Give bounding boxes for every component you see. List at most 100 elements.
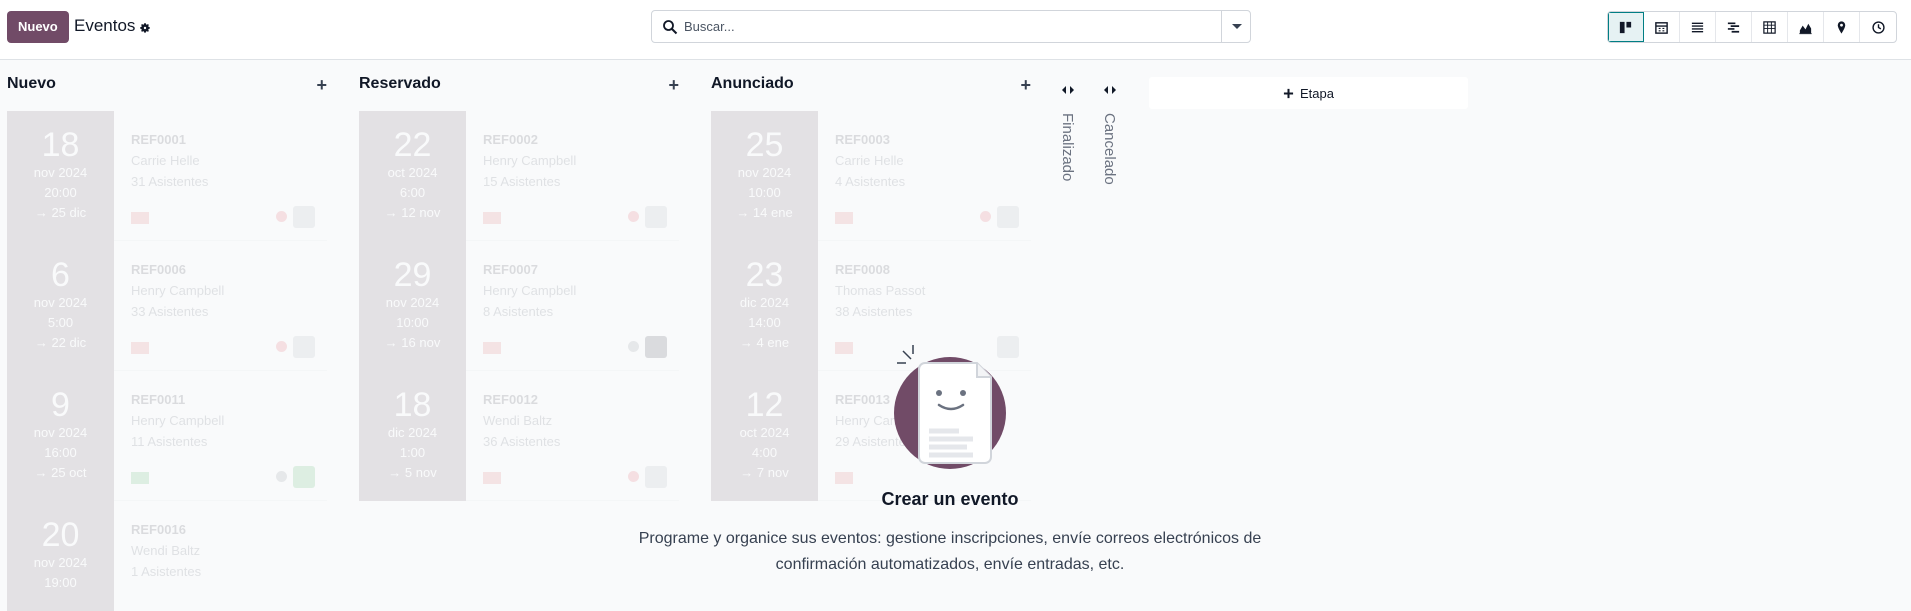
gantt-view-icon[interactable] [1716,12,1752,42]
add-stage-button[interactable]: Etapa [1149,77,1468,109]
card-day: 25 [745,126,784,164]
date-block: 9 nov 2024 16:00 → 25 oct [7,371,114,501]
card-place: Henry Campbell [483,283,577,298]
column-title: Nuevo [7,75,56,92]
card-month: oct 2024 [387,165,438,180]
avatar[interactable] [645,206,667,228]
card-time: 1:00 [399,445,426,460]
card-end: → 5 nov [388,465,437,480]
date-block: 18 dic 2024 1:00 → 5 nov [359,371,466,501]
avatar[interactable] [293,466,315,488]
quick-create-icon[interactable]: + [1020,75,1031,95]
card-day: 6 [51,256,70,294]
event-card[interactable]: 20 nov 2024 19:00 REF0016 Wendi Baltz 1 … [7,501,327,611]
avatar[interactable] [293,336,315,358]
document-smile-illustration [894,345,1006,469]
search-input[interactable] [684,12,1209,41]
card-day: 18 [41,126,80,164]
status-dot-icon[interactable] [276,471,287,482]
card-info: REF0008 Thomas Passot 38 Asistentes [835,259,925,322]
card-month: dic 2024 [739,295,790,310]
card-info: REF0012 Wendi Baltz 36 Asistentes [483,389,560,452]
date-block: 18 nov 2024 20:00 → 25 dic [7,111,114,241]
date-block: 6 nov 2024 5:00 → 22 dic [7,241,114,371]
status-dot-icon[interactable] [628,211,639,222]
card-time: 10:00 [396,315,429,330]
calendar-view-icon[interactable] [1644,12,1680,42]
event-card[interactable]: 9 nov 2024 16:00 → 25 oct REF0011 Henry … [7,371,327,501]
kanban-board: Nuevo + 18 nov 2024 20:00 → 25 dic REF00… [0,61,1911,611]
folded-column-label: Cancelado [1101,113,1118,185]
card-day: 22 [393,126,432,164]
card-attendees: 1 Asistentes [131,564,202,579]
card-day: 9 [51,386,70,424]
card-attendees: 33 Asistentes [131,304,209,319]
card-ref: REF0012 [483,392,538,407]
card-time: 16:00 [44,445,77,460]
page-title: Eventos [74,16,136,35]
card-end: → 14 ene [736,205,793,220]
card-ref: REF0007 [483,262,538,277]
flag-icon [483,212,501,224]
card-place: Henry Campbell [483,153,577,168]
date-block: 25 nov 2024 10:00 → 14 ene [711,111,818,241]
list-view-icon[interactable] [1680,12,1716,42]
search-icon [663,20,678,35]
quick-create-icon[interactable]: + [316,75,327,95]
card-ref: REF0002 [483,132,538,147]
card-day: 20 [41,516,80,554]
status-dot-icon[interactable] [276,211,287,222]
card-month: nov 2024 [33,295,88,310]
kanban-column-nuevo: Nuevo + 18 nov 2024 20:00 → 25 dic REF00… [0,61,328,611]
expand-arrows-icon[interactable] [1102,85,1118,95]
card-ref: REF0008 [835,262,890,277]
folded-column-finalizado[interactable]: Finalizado [1048,61,1088,261]
card-ref: REF0006 [131,262,186,277]
flag-icon [835,212,853,224]
search-dropdown-toggle[interactable] [1221,11,1250,42]
breadcrumb: Eventos [74,16,153,36]
card-place: Henry Campbell [131,283,225,298]
card-place: Henry Campbell [131,413,225,428]
map-view-icon[interactable] [1824,12,1860,42]
status-dot-icon[interactable] [980,211,991,222]
card-time: 14:00 [748,315,781,330]
event-card[interactable]: 6 nov 2024 5:00 → 22 dic REF0006 Henry C… [7,241,327,371]
card-attendees: 15 Asistentes [483,174,561,189]
kanban-view-icon[interactable] [1608,12,1644,42]
card-end: → 12 nov [384,205,441,220]
plus-icon [1283,88,1294,98]
event-card[interactable]: 18 nov 2024 20:00 → 25 dic REF0001 Carri… [7,111,327,241]
card-info: REF0016 Wendi Baltz 1 Asistentes [131,519,201,582]
gear-icon[interactable] [139,19,153,33]
expand-arrows-icon[interactable] [1060,85,1076,95]
date-block: 22 oct 2024 6:00 → 12 nov [359,111,466,241]
graph-view-icon[interactable] [1788,12,1824,42]
search-bar [651,10,1251,43]
view-switcher [1607,11,1897,43]
card-time: 20:00 [44,185,77,200]
card-end: → 25 oct [34,465,87,480]
card-info: REF0007 Henry Campbell 8 Asistentes [483,259,576,322]
avatar[interactable] [293,206,315,228]
card-end: → 22 dic [34,335,87,350]
avatar[interactable] [997,206,1019,228]
card-month: dic 2024 [387,425,438,440]
new-button[interactable]: Nuevo [7,11,69,43]
activity-view-icon[interactable] [1860,12,1896,42]
folded-column-cancelado[interactable]: Cancelado [1090,61,1130,261]
card-time: 5:00 [47,315,74,330]
event-card[interactable]: 25 nov 2024 10:00 → 14 ene REF0003 Carri… [711,111,1031,241]
card-day: 23 [745,256,784,294]
pivot-view-icon[interactable] [1752,12,1788,42]
card-month: nov 2024 [33,425,88,440]
add-stage-label: Etapa [1300,85,1334,101]
card-list: 18 nov 2024 20:00 → 25 dic REF0001 Carri… [7,111,327,611]
status-dot-icon[interactable] [276,341,287,352]
quick-create-icon[interactable]: + [668,75,679,95]
date-block: 20 nov 2024 19:00 [7,501,114,611]
event-card[interactable]: 22 oct 2024 6:00 → 12 nov REF0002 Henry … [359,111,679,241]
card-place: Wendi Baltz [483,413,553,428]
card-attendees: 38 Asistentes [835,304,913,319]
card-day: 29 [393,256,432,294]
